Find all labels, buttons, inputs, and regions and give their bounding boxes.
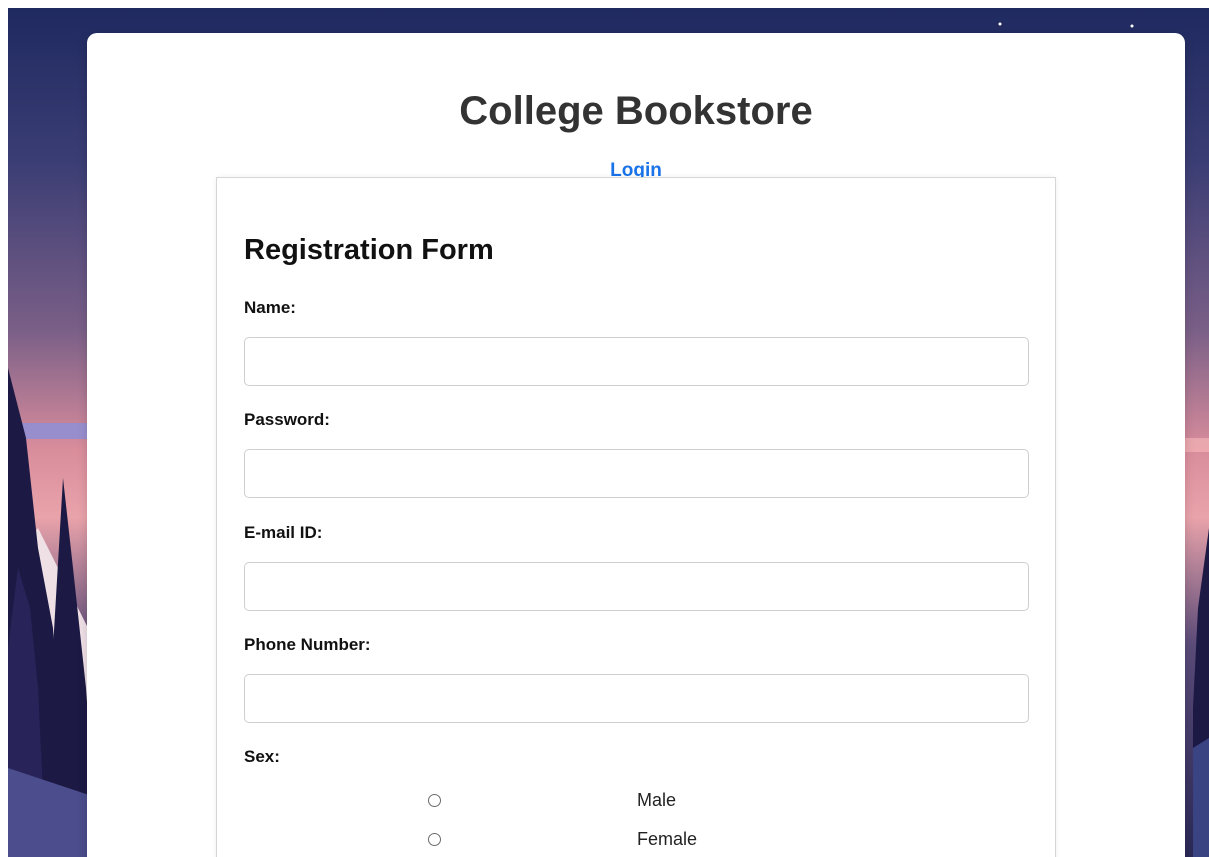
main-card: College Bookstore Login Registration For…	[87, 33, 1185, 857]
email-input[interactable]	[244, 562, 1029, 611]
password-label: Password:	[244, 410, 330, 429]
sex-option-female[interactable]: Female	[428, 830, 928, 852]
name-label: Name:	[244, 298, 296, 317]
page: College Bookstore Login Registration For…	[0, 0, 1209, 857]
female-radio-label: Female	[637, 829, 698, 849]
male-radio-label: Male	[637, 790, 677, 810]
phone-label: Phone Number:	[244, 635, 371, 654]
password-input[interactable]	[244, 449, 1029, 498]
sex-label: Sex:	[244, 747, 280, 766]
name-input[interactable]	[244, 337, 1029, 386]
sex-option-male[interactable]: Male	[428, 791, 928, 813]
email-label: E-mail ID:	[244, 523, 323, 542]
registration-form: Registration Form Name: Password: E-mail…	[216, 177, 1056, 857]
site-title: College Bookstore	[459, 89, 813, 133]
form-heading: Registration Form	[244, 234, 494, 266]
female-radio[interactable]	[428, 833, 441, 846]
phone-input[interactable]	[244, 674, 1029, 723]
male-radio[interactable]	[428, 794, 441, 807]
